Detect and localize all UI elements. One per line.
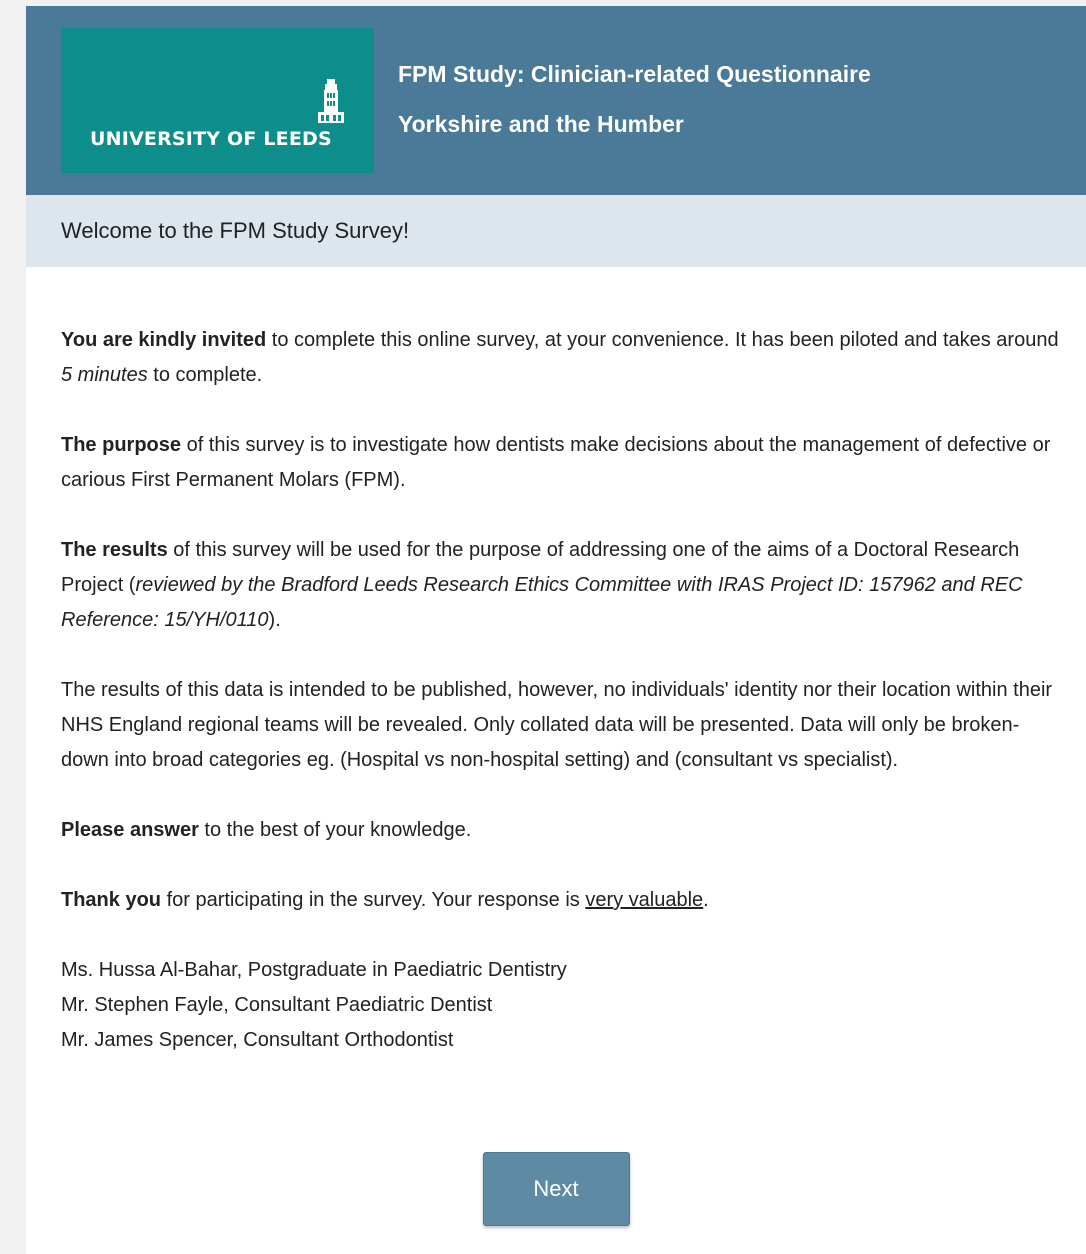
thanks-emphasis: very valuable	[585, 889, 704, 911]
purpose-lead: The purpose	[61, 434, 182, 456]
results-lead: The results	[61, 539, 168, 561]
publication-paragraph: The results of this data is intended to …	[61, 673, 1066, 778]
thanks-lead: Thank you	[61, 889, 162, 911]
thanks-text: for participating in the survey. Your re…	[161, 889, 586, 911]
survey-title: FPM Study: Clinician-related Questionnai…	[398, 61, 871, 87]
signature-line: Mr. James Spencer, Consultant Orthodonti…	[61, 1029, 454, 1051]
invitation-text-b: to complete.	[147, 364, 263, 386]
signature-line: Ms. Hussa Al-Bahar, Postgraduate in Paed…	[61, 959, 567, 981]
results-paragraph: The results of this survey will be used …	[61, 533, 1066, 638]
invitation-duration: 5 minutes	[61, 364, 148, 386]
welcome-bar: Welcome to the FPM Study Survey!	[26, 195, 1086, 267]
ethics-reference: reviewed by the Bradford Leeds Research …	[61, 574, 1023, 631]
survey-subtitle: Yorkshire and the Humber	[398, 111, 684, 137]
purpose-text: of this survey is to investigate how den…	[61, 434, 1051, 491]
signature-line: Mr. Stephen Fayle, Consultant Paediatric…	[61, 994, 493, 1016]
answer-text: to the best of your knowledge.	[198, 819, 472, 841]
invitation-lead: You are kindly invited	[61, 329, 267, 351]
university-logo: UNIVERSITY OF LEEDS	[61, 28, 374, 173]
intro-content: You are kindly invited to complete this …	[26, 267, 1086, 1058]
welcome-text: Welcome to the FPM Study Survey!	[61, 218, 410, 243]
invitation-paragraph: You are kindly invited to complete this …	[61, 323, 1066, 393]
next-button[interactable]: Next	[482, 1152, 630, 1226]
survey-header: UNIVERSITY OF LEEDS FPM Study: Clinician…	[26, 6, 1086, 195]
thanks-end: .	[703, 889, 709, 911]
survey-page: UNIVERSITY OF LEEDS FPM Study: Clinician…	[26, 6, 1086, 1254]
answer-paragraph: Please answer to the best of your knowle…	[61, 813, 1066, 848]
signatures: Ms. Hussa Al-Bahar, Postgraduate in Paed…	[61, 953, 1066, 1058]
thanks-paragraph: Thank you for participating in the surve…	[61, 883, 1066, 918]
logo-text: UNIVERSITY OF LEEDS	[90, 128, 332, 150]
publication-text: The results of this data is intended to …	[61, 679, 1053, 771]
parkinson-tower-icon	[318, 79, 344, 123]
navigation: Next	[26, 1152, 1086, 1226]
invitation-text-a: to complete this online survey, at your …	[266, 329, 1059, 351]
answer-lead: Please answer	[61, 819, 199, 841]
results-text-b: ).	[268, 609, 281, 631]
purpose-paragraph: The purpose of this survey is to investi…	[61, 428, 1066, 498]
